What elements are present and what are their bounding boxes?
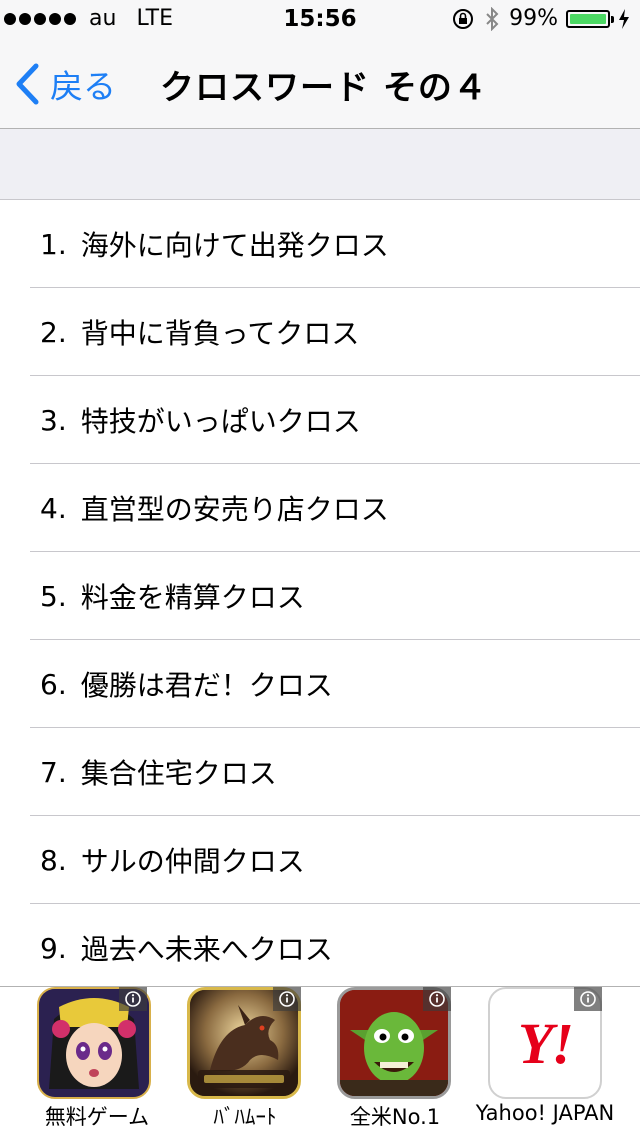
list-item-2[interactable]: 2. 背中に背負ってクロス (0, 288, 640, 376)
back-button[interactable]: 戻る (14, 60, 116, 108)
list-item-1[interactable]: 1. 海外に向けて出発クロス (0, 200, 640, 288)
list-item-number: 4. (40, 491, 67, 525)
list-item-3[interactable]: 3. 特技がいっぱいクロス (0, 376, 640, 464)
battery-percent: 99% (509, 6, 558, 31)
ad-item-2[interactable]: ﾊﾞﾊﾑｰﾄ (150, 987, 301, 1137)
ad-item-1[interactable]: 無料ゲーム (0, 987, 151, 1137)
bluetooth-icon (485, 6, 499, 31)
list-item-label: 海外に向けて出発クロス (80, 229, 389, 262)
list-item-number: 5. (40, 579, 67, 613)
list-item-label: 直営型の安売り店クロス (80, 493, 389, 526)
page-title: クロスワード その４ (160, 68, 488, 108)
ad-label: Yahoo! JAPAN (475, 1101, 615, 1125)
rotation-lock-icon (451, 7, 475, 31)
yahoo-logo-text: Y! (518, 1010, 574, 1076)
list-item-5[interactable]: 5. 料金を精算クロス (0, 552, 640, 640)
list-item-7[interactable]: 7. 集合住宅クロス (0, 728, 640, 816)
list-item-number: 1. (40, 227, 67, 261)
navigation-bar: 戻る クロスワード その４ (0, 40, 640, 129)
info-icon[interactable] (119, 987, 147, 1011)
list-item-8[interactable]: 8. サルの仲間クロス (0, 816, 640, 904)
chevron-left-icon (16, 63, 39, 105)
ad-label: ﾊﾞﾊﾑｰﾄ (213, 1105, 277, 1129)
info-icon[interactable] (273, 987, 301, 1011)
list-item-label: サルの仲間クロス (80, 845, 305, 878)
list-item-number: 6. (40, 667, 67, 701)
status-right: 99% (451, 6, 630, 31)
ad-item-3[interactable]: 全米No.1 (300, 987, 451, 1137)
ad-label: 全米No.1 (349, 1105, 441, 1129)
list-item-number: 7. (40, 755, 67, 789)
ad-bar: 無料ゲーム ﾊﾞﾊﾑｰﾄ 全米No.1 Y! Yahoo! JAPAN (0, 986, 640, 1137)
info-icon[interactable] (574, 987, 602, 1011)
list-item-4[interactable]: 4. 直営型の安売り店クロス (0, 464, 640, 552)
info-icon[interactable] (423, 987, 451, 1011)
list-item-number: 8. (40, 843, 67, 877)
list-item-label: 優勝は君だ！クロス (80, 669, 333, 702)
list-item-label: 集合住宅クロス (80, 757, 277, 790)
list-item-6[interactable]: 6. 優勝は君だ！クロス (0, 640, 640, 728)
list-item-label: 特技がいっぱいクロス (80, 405, 361, 438)
list-item-label: 料金を精算クロス (80, 581, 305, 614)
list-item-number: 2. (40, 315, 67, 349)
status-bar: au LTE 15:56 99% (0, 0, 640, 40)
ad-item-4[interactable]: Y! Yahoo! JAPAN (450, 987, 640, 1137)
list-item-9[interactable]: 9. 過去へ未来へクロス (0, 904, 640, 986)
section-header-band (0, 129, 640, 200)
back-button-label: 戻る (50, 67, 116, 106)
battery-icon (566, 9, 614, 28)
list-item-label: 背中に背負ってクロス (80, 317, 360, 350)
crossword-list: 1. 海外に向けて出発クロス 2. 背中に背負ってクロス 3. 特技がいっぱいク… (0, 200, 640, 986)
list-item-number: 3. (40, 403, 67, 437)
list-item-label: 過去へ未来へクロス (80, 933, 333, 966)
list-item-number: 9. (40, 931, 67, 965)
charging-icon (618, 8, 630, 29)
